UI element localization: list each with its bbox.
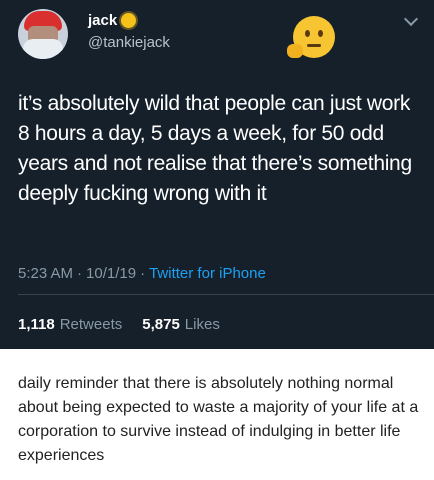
likes-label[interactable]: Likes — [185, 316, 220, 333]
retweets-count[interactable]: 1,118 — [18, 316, 55, 333]
chevron-down-icon[interactable] — [403, 11, 419, 27]
tweet-source-link[interactable]: Twitter for iPhone — [149, 265, 266, 282]
reminder-text: daily reminder that there is absolutely … — [18, 375, 419, 464]
stats-gap — [127, 316, 137, 333]
avatar[interactable] — [18, 9, 68, 59]
tweet-date: 10/1/19 — [86, 265, 137, 282]
tweet-card: jack @tankiejack it’s absolutely wild th… — [0, 0, 434, 349]
display-name[interactable]: jack — [88, 12, 117, 29]
meta-separator: · — [140, 265, 146, 282]
retweets-label[interactable]: Retweets — [60, 316, 123, 333]
likes-count[interactable]: 5,875 — [142, 316, 180, 333]
meta-separator: · — [77, 265, 83, 282]
caption-panel: daily reminder that there is absolutely … — [0, 349, 434, 480]
thinking-face-mouth — [307, 44, 321, 47]
tweet-stats: 1,118 Retweets 5,875 Likes — [18, 316, 220, 333]
avatar-mask — [23, 39, 63, 59]
thinking-face-left-eye — [305, 30, 310, 37]
user-handle[interactable]: @tankiejack — [88, 34, 170, 51]
divider — [18, 294, 434, 295]
thinking-face-right-eye — [318, 30, 323, 37]
tweet-text: it’s absolutely wild that people can jus… — [18, 92, 412, 205]
name-row: jack — [88, 12, 137, 29]
thinking-face-icon — [287, 16, 335, 58]
thinking-face-hand — [287, 44, 303, 58]
tweet-time: 5:23 AM — [18, 265, 74, 282]
sun-icon — [121, 13, 137, 28]
tweet-meta: 5:23 AM · 10/1/19 · Twitter for iPhone — [18, 265, 266, 282]
